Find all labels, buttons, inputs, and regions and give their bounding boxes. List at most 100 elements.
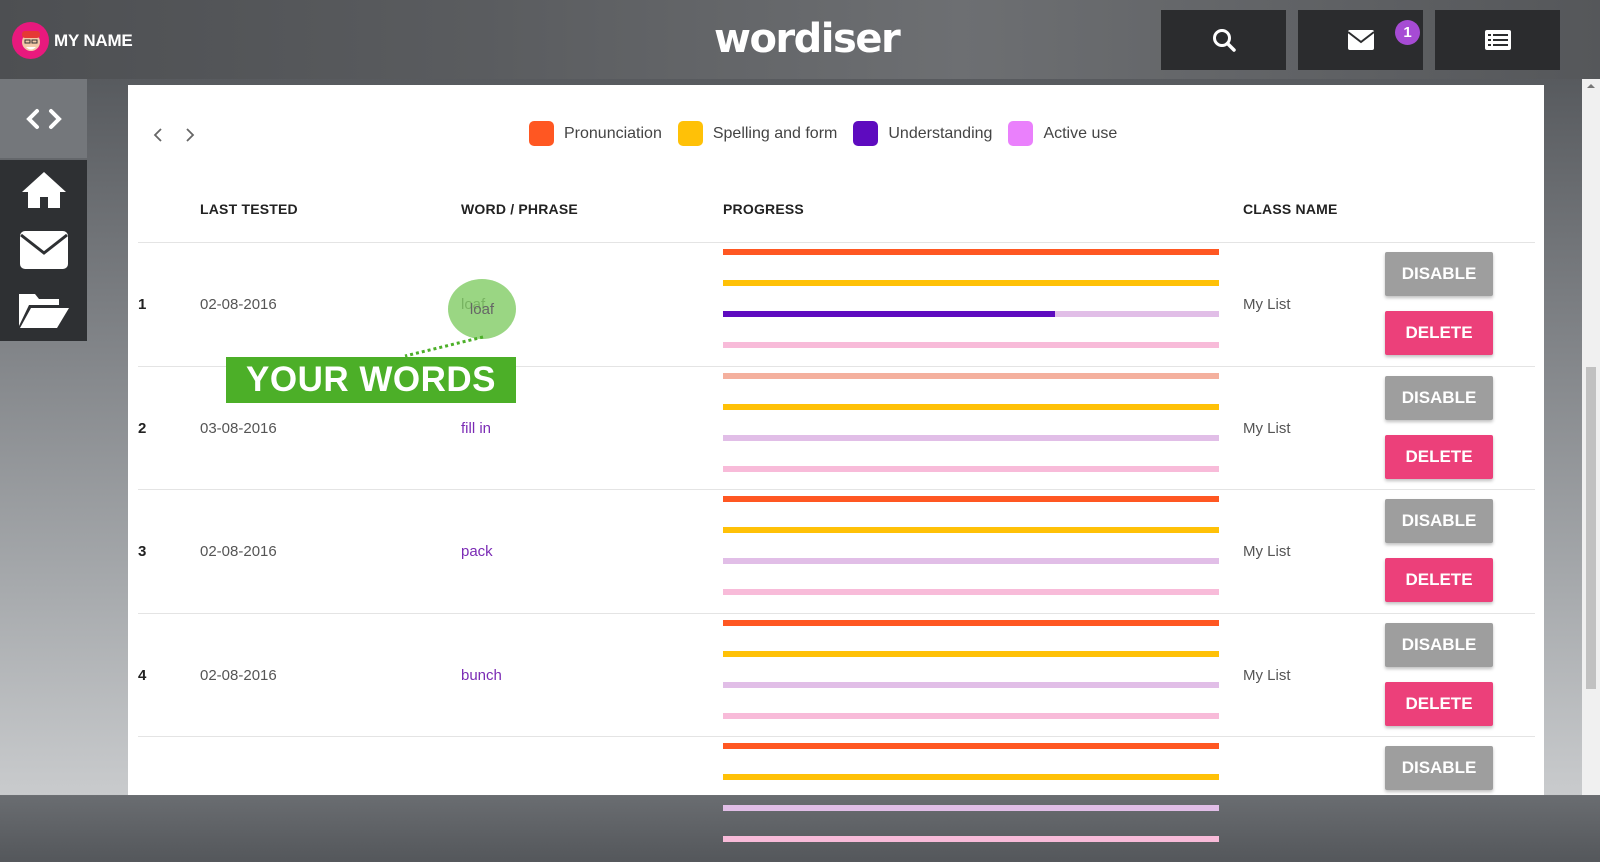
progress-bar-active xyxy=(723,342,1219,348)
user-name: MY NAME xyxy=(54,30,133,50)
message-count-badge: 1 xyxy=(1395,20,1420,45)
class-name: My List xyxy=(1243,666,1291,684)
envelope-icon xyxy=(19,231,68,269)
legend-label: Understanding xyxy=(888,124,993,142)
chevron-left-icon xyxy=(153,128,162,142)
progress-bar-pronunciation xyxy=(723,743,1219,749)
header-word-phrase[interactable]: WORD / PHRASE xyxy=(461,201,578,217)
progress-fill-pronunciation xyxy=(723,619,1219,626)
list-menu-icon xyxy=(1484,30,1511,50)
legend-item: Understanding xyxy=(853,121,992,146)
search-icon xyxy=(1212,29,1236,52)
legend-label: Active use xyxy=(1043,124,1118,142)
wordiser-logo[interactable]: wordiser xyxy=(714,14,901,64)
last-tested-date: 03-08-2016 xyxy=(200,419,277,437)
user-menu[interactable]: MY NAME xyxy=(12,22,133,59)
word-highlight-bubble: loaf xyxy=(448,279,516,339)
progress-bar-pronunciation xyxy=(723,249,1219,255)
folder-open-icon xyxy=(18,294,69,328)
progress-bar-active xyxy=(723,712,1219,719)
progress-fill-spelling xyxy=(723,527,1219,533)
word-link[interactable]: fill in xyxy=(461,420,491,437)
menu-button[interactable] xyxy=(1435,10,1560,70)
legend-item: Active use xyxy=(1008,121,1117,146)
avatar-face-icon xyxy=(21,30,40,51)
logo-text: wordiser xyxy=(714,16,901,62)
progress-bar-pronunciation xyxy=(723,372,1219,379)
row-number: 4 xyxy=(138,666,147,684)
word-link[interactable]: pack xyxy=(461,543,493,560)
progress-fill-spelling xyxy=(723,774,1219,780)
table-row: DISABLE xyxy=(138,736,1535,862)
word-link[interactable]: bunch xyxy=(461,667,502,684)
delete-button[interactable]: DELETE xyxy=(1385,558,1493,602)
header-progress[interactable]: PROGRESS xyxy=(723,201,804,217)
progress-bar-active xyxy=(723,465,1219,472)
home-icon xyxy=(21,172,66,208)
row-number: 2 xyxy=(138,419,147,437)
class-name: My List xyxy=(1243,296,1291,313)
progress-bar-active xyxy=(723,836,1219,842)
delete-button[interactable]: DELETE xyxy=(1385,311,1493,355)
disable-button[interactable]: DISABLE xyxy=(1385,252,1493,296)
progress-bar-understanding xyxy=(723,311,1219,317)
last-tested-date: 02-08-2016 xyxy=(200,296,277,313)
class-name: My List xyxy=(1243,419,1291,437)
progress-bar-understanding xyxy=(723,558,1219,564)
disable-button[interactable]: DISABLE xyxy=(1385,622,1493,667)
search-button[interactable] xyxy=(1161,10,1286,70)
row-number: 1 xyxy=(138,296,147,313)
progress-bar-spelling xyxy=(723,774,1219,780)
progress-bar-understanding xyxy=(723,681,1219,688)
disable-button[interactable]: DISABLE xyxy=(1385,499,1493,543)
sidebar-item-home[interactable] xyxy=(0,160,87,220)
sidebar-toggle[interactable] xyxy=(0,79,87,158)
last-tested-date: 02-08-2016 xyxy=(200,666,277,684)
legend-item: Spelling and form xyxy=(677,121,838,146)
delete-button[interactable]: DELETE xyxy=(1385,681,1493,726)
last-tested-date: 02-08-2016 xyxy=(200,543,277,560)
progress-bars xyxy=(723,372,1219,473)
progress-bar-pronunciation xyxy=(723,619,1219,626)
your-words-callout: YOUR WORDS xyxy=(226,357,516,403)
pager xyxy=(150,125,198,145)
sidebar-nav xyxy=(0,160,87,341)
progress-fill-spelling xyxy=(723,280,1219,286)
scrollbar-thumb[interactable] xyxy=(1586,367,1596,689)
legend-item: Pronunciation xyxy=(529,121,662,146)
progress-bars xyxy=(723,743,1219,843)
progress-bar-spelling xyxy=(723,527,1219,533)
progress-bar-spelling xyxy=(723,403,1219,410)
sidebar-item-messages[interactable] xyxy=(0,220,87,280)
class-name: My List xyxy=(1243,543,1291,560)
row-number: 3 xyxy=(138,543,147,560)
code-arrows-icon xyxy=(25,108,62,129)
progress-bar-spelling xyxy=(723,280,1219,286)
next-page-button[interactable] xyxy=(182,125,198,145)
progress-bar-active xyxy=(723,589,1219,595)
progress-fill-pronunciation xyxy=(723,496,1219,502)
header-last-tested[interactable]: LAST TESTED xyxy=(200,201,298,217)
messages-button[interactable]: 1 xyxy=(1298,10,1423,70)
scroll-up-icon[interactable] xyxy=(1582,79,1600,93)
progress-fill-pronunciation xyxy=(723,743,1219,749)
progress-legend: Pronunciation Spelling and form Understand… xyxy=(529,121,1133,146)
envelope-icon xyxy=(1346,30,1375,50)
progress-bar-pronunciation xyxy=(723,496,1219,502)
header-class-name[interactable]: CLASS NAME xyxy=(1243,201,1338,217)
progress-bar-understanding xyxy=(723,805,1219,811)
legend-swatch xyxy=(853,121,879,146)
disable-button[interactable]: DISABLE xyxy=(1385,375,1493,420)
sidebar-item-folders[interactable] xyxy=(0,280,87,340)
legend-swatch xyxy=(677,121,703,146)
disable-button[interactable]: DISABLE xyxy=(1385,746,1493,790)
highlighted-word: loaf xyxy=(469,300,495,318)
prev-page-button[interactable] xyxy=(150,125,166,145)
legend-label: Spelling and form xyxy=(712,124,838,142)
legend-label: Pronunciation xyxy=(564,124,662,142)
scrollbar[interactable] xyxy=(1582,79,1600,795)
legend-swatch xyxy=(1008,121,1034,146)
progress-bar-spelling xyxy=(723,650,1219,657)
delete-button[interactable]: DELETE xyxy=(1385,434,1493,479)
progress-bars xyxy=(723,619,1219,720)
